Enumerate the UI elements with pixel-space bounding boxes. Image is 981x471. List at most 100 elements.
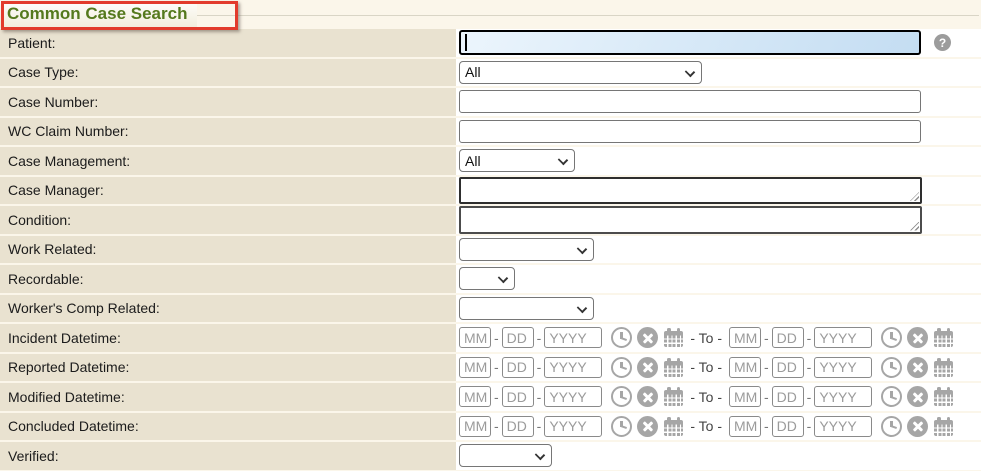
- date-separator: -: [764, 418, 769, 434]
- month-input[interactable]: [729, 357, 761, 378]
- modified-datetime-label: Modified Datetime:: [8, 389, 125, 405]
- calendar-icon[interactable]: [934, 331, 953, 347]
- clear-circle-icon[interactable]: [907, 357, 928, 378]
- condition-textarea[interactable]: [459, 206, 922, 234]
- field-label: WC Claim Number:: [0, 118, 456, 146]
- patient-input-wrap: [459, 30, 921, 55]
- calendar-icon[interactable]: [664, 361, 683, 377]
- recordable-select[interactable]: [459, 267, 515, 290]
- field-cell: [456, 118, 981, 146]
- day-input[interactable]: [502, 416, 534, 437]
- day-input[interactable]: [502, 357, 534, 378]
- case-number-input[interactable]: [459, 90, 921, 113]
- form-row-reported-datetime: Reported Datetime: - - - To - - -: [0, 354, 981, 382]
- year-input[interactable]: [814, 357, 872, 378]
- month-input[interactable]: [459, 357, 491, 378]
- year-input[interactable]: [544, 386, 602, 407]
- incident-datetime-from-group: - -: [459, 327, 683, 348]
- field-cell: [456, 88, 981, 116]
- reported-datetime-to-group: - -: [729, 357, 953, 378]
- clear-circle-icon[interactable]: [637, 416, 658, 437]
- form-row-patient: Patient: ?: [0, 29, 981, 57]
- date-separator: -: [807, 418, 812, 434]
- panel-header: Common Case Search: [0, 0, 981, 29]
- field-cell: - - - To - - -: [456, 383, 981, 411]
- clear-circle-icon[interactable]: [907, 386, 928, 407]
- date-separator: -: [494, 418, 499, 434]
- field-label: Case Type:: [0, 59, 456, 87]
- field-label: Concluded Datetime:: [0, 413, 456, 441]
- form-row-verified: Verified:: [0, 442, 981, 470]
- year-input[interactable]: [814, 327, 872, 348]
- month-input[interactable]: [459, 386, 491, 407]
- form-row-case-number: Case Number:: [0, 88, 981, 116]
- patient-label: Patient:: [8, 35, 55, 51]
- day-input[interactable]: [502, 327, 534, 348]
- calendar-icon[interactable]: [664, 420, 683, 436]
- wc-claim-number-input[interactable]: [459, 120, 921, 143]
- clear-circle-icon[interactable]: [637, 327, 658, 348]
- clock-icon[interactable]: [611, 386, 632, 407]
- calendar-icon[interactable]: [664, 390, 683, 406]
- patient-input[interactable]: [459, 30, 921, 55]
- reported-datetime-label: Reported Datetime:: [8, 359, 129, 375]
- verified-select[interactable]: [459, 444, 552, 467]
- day-input[interactable]: [502, 386, 534, 407]
- field-cell: [456, 206, 981, 234]
- clock-icon[interactable]: [881, 327, 902, 348]
- case-manager-textarea-wrap: [459, 177, 922, 205]
- clock-icon[interactable]: [611, 416, 632, 437]
- calendar-icon[interactable]: [934, 361, 953, 377]
- month-input[interactable]: [729, 386, 761, 407]
- clear-circle-icon[interactable]: [907, 416, 928, 437]
- clock-icon[interactable]: [881, 386, 902, 407]
- work-related-select[interactable]: [459, 238, 594, 261]
- field-label: Work Related:: [0, 236, 456, 264]
- case-type-select[interactable]: All: [459, 61, 702, 84]
- date-separator: -: [807, 359, 812, 375]
- field-label: Recordable:: [0, 265, 456, 293]
- month-input[interactable]: [729, 327, 761, 348]
- year-input[interactable]: [814, 416, 872, 437]
- selected-value: All: [465, 64, 481, 80]
- day-input[interactable]: [772, 416, 804, 437]
- case-management-select[interactable]: All: [459, 149, 575, 172]
- field-cell: [456, 236, 981, 264]
- clear-circle-icon[interactable]: [907, 327, 928, 348]
- calendar-icon[interactable]: [934, 420, 953, 436]
- calendar-icon[interactable]: [934, 390, 953, 406]
- form-row-workers-comp-related: Worker's Comp Related:: [0, 295, 981, 323]
- year-input[interactable]: [544, 416, 602, 437]
- day-input[interactable]: [772, 357, 804, 378]
- date-separator: -: [537, 418, 542, 434]
- form-row-condition: Condition:: [0, 206, 981, 234]
- condition-label: Condition:: [8, 212, 71, 228]
- clock-icon[interactable]: [881, 357, 902, 378]
- date-separator: -: [494, 359, 499, 375]
- date-range-to-label: - To -: [690, 418, 722, 434]
- date-separator: -: [494, 330, 499, 346]
- concluded-datetime-to-group: - -: [729, 416, 953, 437]
- form-row-case-manager: Case Manager:: [0, 177, 981, 205]
- month-input[interactable]: [729, 416, 761, 437]
- recordable-label: Recordable:: [8, 271, 84, 287]
- clock-icon[interactable]: [881, 416, 902, 437]
- clear-circle-icon[interactable]: [637, 357, 658, 378]
- clear-circle-icon[interactable]: [637, 386, 658, 407]
- calendar-icon[interactable]: [664, 331, 683, 347]
- clock-icon[interactable]: [611, 357, 632, 378]
- field-label: Patient:: [0, 29, 456, 57]
- case-manager-textarea[interactable]: [459, 177, 922, 205]
- workers-comp-related-select[interactable]: [459, 297, 594, 320]
- year-input[interactable]: [544, 327, 602, 348]
- year-input[interactable]: [544, 357, 602, 378]
- case-number-label: Case Number:: [8, 94, 98, 110]
- year-input[interactable]: [814, 386, 872, 407]
- modified-datetime-from-group: - -: [459, 386, 683, 407]
- day-input[interactable]: [772, 386, 804, 407]
- clock-icon[interactable]: [611, 327, 632, 348]
- month-input[interactable]: [459, 327, 491, 348]
- month-input[interactable]: [459, 416, 491, 437]
- help-icon[interactable]: ?: [934, 34, 951, 51]
- day-input[interactable]: [772, 327, 804, 348]
